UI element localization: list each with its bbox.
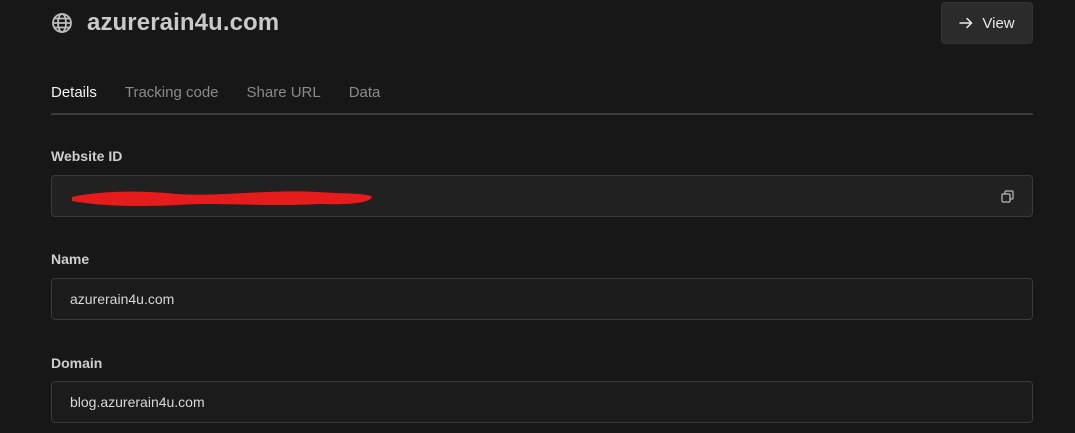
copy-icon[interactable] [1001, 190, 1014, 203]
domain-label: Domain [51, 355, 103, 371]
tab-bar: Details Tracking code Share URL Data [51, 82, 1033, 115]
arrow-right-icon [959, 16, 973, 30]
tab-data[interactable]: Data [349, 82, 381, 113]
view-button-label: View [982, 14, 1015, 32]
globe-icon [51, 12, 73, 34]
domain-input[interactable]: blog.azurerain4u.com [51, 381, 1033, 423]
name-label: Name [51, 251, 90, 267]
tab-share-url[interactable]: Share URL [247, 82, 321, 113]
site-title: azurerain4u.com [51, 9, 279, 37]
website-id-field[interactable] [51, 175, 1033, 217]
domain-value: blog.azurerain4u.com [70, 394, 205, 410]
name-value: azurerain4u.com [70, 291, 175, 307]
redaction-mark [68, 185, 374, 209]
website-id-label: Website ID [51, 148, 123, 164]
page-title: azurerain4u.com [87, 9, 280, 36]
name-input[interactable]: azurerain4u.com [51, 278, 1033, 320]
page-header: azurerain4u.com View [51, 0, 1033, 48]
website-settings-page: azurerain4u.com View Details Tracking co… [0, 0, 1075, 433]
tab-details[interactable]: Details [51, 82, 97, 113]
tab-tracking-code[interactable]: Tracking code [125, 82, 219, 113]
view-button[interactable]: View [941, 2, 1033, 44]
